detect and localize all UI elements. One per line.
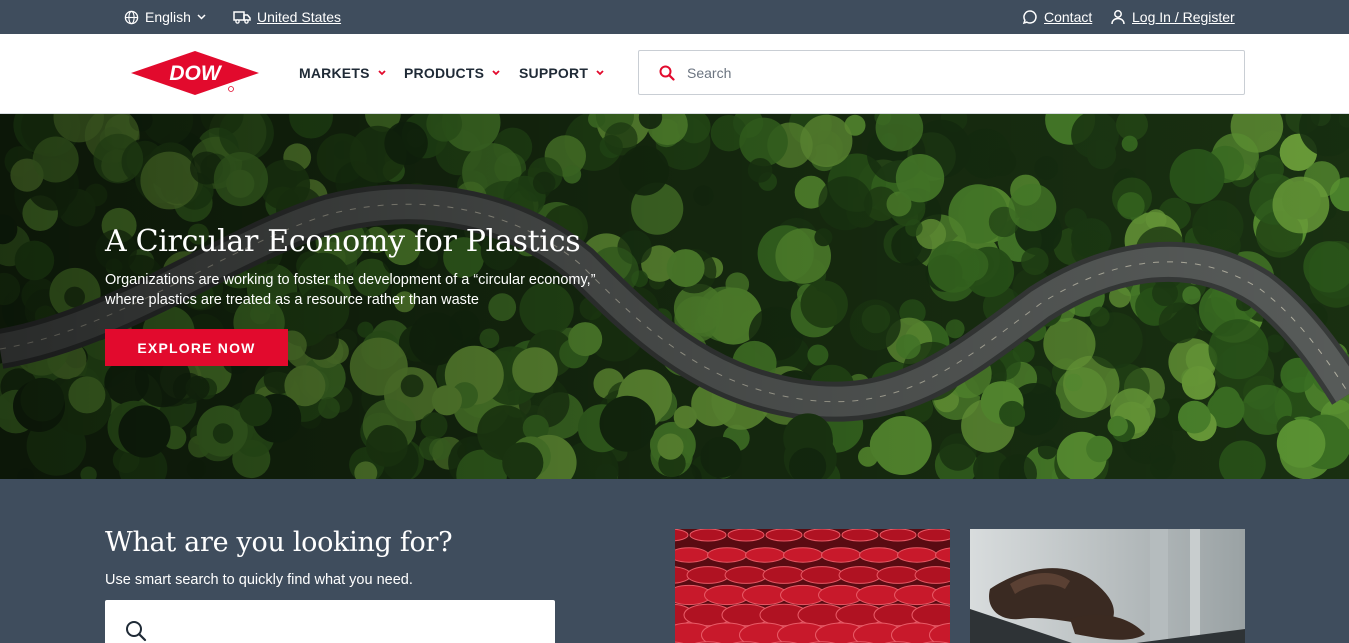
truck-icon bbox=[233, 11, 251, 24]
user-icon bbox=[1111, 10, 1125, 25]
explore-now-button[interactable]: EXPLORE NOW bbox=[105, 329, 288, 366]
nav-markets[interactable]: MARKETS bbox=[299, 34, 386, 112]
hero-description-line-1: Organizations are working to foster the … bbox=[105, 272, 596, 288]
chevron-down-icon bbox=[197, 14, 206, 20]
region-link[interactable]: United States bbox=[257, 9, 341, 25]
language-label: English bbox=[145, 9, 191, 25]
nav-support[interactable]: SUPPORT bbox=[519, 34, 604, 112]
chat-bubble-icon bbox=[1022, 10, 1037, 25]
hero-description-line-2: where plastics are treated as a resource… bbox=[105, 292, 479, 308]
dow-logo[interactable]: DOW bbox=[130, 50, 260, 96]
section-subtitle: Use smart search to quickly find what yo… bbox=[105, 572, 413, 588]
contact-link[interactable]: Contact bbox=[1044, 9, 1092, 25]
hero-description: Organizations are working to foster the … bbox=[105, 270, 625, 310]
logo-text: DOW bbox=[169, 62, 223, 85]
card-image-hands-keyboard[interactable] bbox=[970, 529, 1245, 643]
smart-search-section: What are you looking for? Use smart sear… bbox=[0, 479, 1349, 643]
contact-item[interactable]: Contact bbox=[1022, 0, 1092, 34]
search-icon bbox=[659, 65, 675, 81]
chevron-down-icon bbox=[377, 70, 386, 76]
login-link[interactable]: Log In / Register bbox=[1132, 9, 1235, 25]
header-search[interactable] bbox=[638, 50, 1245, 95]
utility-bar: English United States Contact Log In / R… bbox=[0, 0, 1349, 34]
nav-label: SUPPORT bbox=[519, 65, 589, 81]
red-barrels-image bbox=[675, 529, 950, 643]
region-selector[interactable]: United States bbox=[233, 0, 341, 34]
globe-icon bbox=[124, 10, 139, 24]
hands-laptop-image bbox=[970, 529, 1245, 643]
section-title: What are you looking for? bbox=[105, 527, 453, 558]
search-input[interactable] bbox=[687, 64, 1187, 81]
language-selector[interactable]: English bbox=[124, 0, 206, 34]
card-image-red-barrels[interactable] bbox=[675, 529, 950, 643]
smart-search-input[interactable] bbox=[105, 600, 555, 643]
nav-label: MARKETS bbox=[299, 65, 370, 81]
search-icon bbox=[126, 621, 147, 642]
login-item[interactable]: Log In / Register bbox=[1110, 0, 1235, 34]
hero-banner: A Circular Economy for Plastics Organiza… bbox=[0, 114, 1349, 479]
chevron-down-icon bbox=[596, 70, 604, 76]
nav-products[interactable]: PRODUCTS bbox=[404, 34, 500, 112]
nav-label: PRODUCTS bbox=[404, 65, 485, 81]
hero-title: A Circular Economy for Plastics bbox=[105, 224, 581, 259]
chevron-down-icon bbox=[492, 70, 500, 76]
main-header: DOW MARKETS PRODUCTS SUPPORT bbox=[0, 34, 1349, 114]
